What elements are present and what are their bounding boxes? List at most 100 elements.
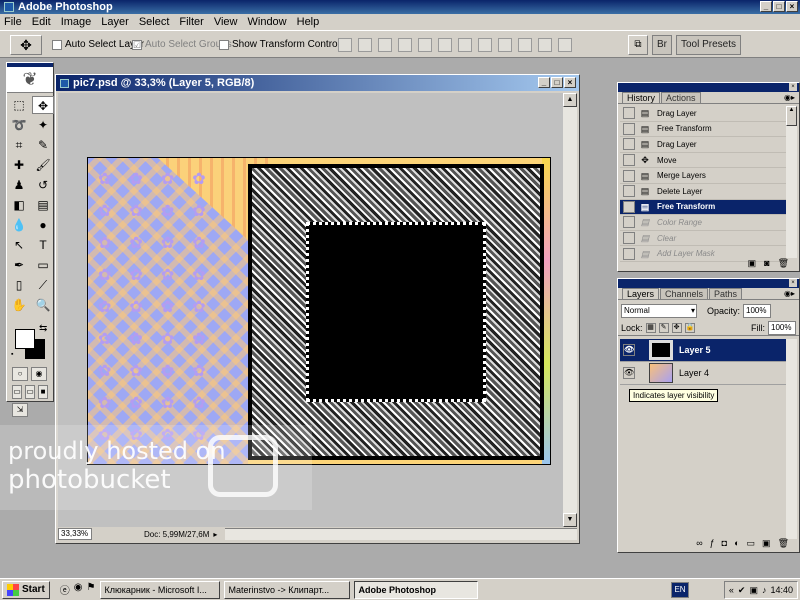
default-colors-icon[interactable]: ▪ bbox=[11, 351, 19, 359]
align-left-icon[interactable] bbox=[398, 38, 412, 52]
doc-close-button[interactable]: × bbox=[564, 77, 576, 88]
type-tool-icon[interactable]: T bbox=[32, 236, 54, 254]
visibility-eye-icon[interactable]: 👁 bbox=[623, 367, 635, 379]
history-brush-source-icon[interactable] bbox=[623, 232, 635, 245]
auto-select-layer-checkbox[interactable]: Auto Select Layer bbox=[52, 39, 144, 50]
dodge-tool-icon[interactable]: ● bbox=[32, 216, 54, 234]
opacity-field[interactable]: 100% bbox=[743, 304, 772, 318]
history-state-row[interactable]: ▤ Free Transform bbox=[620, 199, 787, 216]
history-state-row[interactable]: ▤ Clear bbox=[620, 231, 787, 247]
history-state-row[interactable]: ▤ Merge Layers bbox=[620, 168, 787, 184]
distribute-left-icon[interactable] bbox=[518, 38, 532, 52]
scroll-up-icon[interactable]: ▲ bbox=[786, 106, 797, 126]
path-selection-tool-icon[interactable]: ↖ bbox=[8, 236, 30, 254]
move-tool-icon[interactable]: ✥ bbox=[32, 96, 54, 114]
explorer-icon[interactable]: ◉ bbox=[74, 582, 83, 597]
layers-palette-header[interactable]: × bbox=[618, 279, 799, 288]
foreground-color[interactable] bbox=[15, 329, 35, 349]
task-button-photoshop[interactable]: Adobe Photoshop bbox=[353, 580, 478, 599]
menu-filter[interactable]: Filter bbox=[179, 16, 203, 28]
history-state-row[interactable]: ▤ Drag Layer bbox=[620, 137, 787, 153]
history-brush-source-icon[interactable] bbox=[623, 138, 635, 151]
align-bottom-icon[interactable] bbox=[378, 38, 392, 52]
start-button[interactable]: Start bbox=[2, 580, 50, 599]
scroll-up-icon[interactable]: ▲ bbox=[563, 93, 577, 107]
tray-volume-icon[interactable]: ♪ bbox=[762, 585, 767, 595]
language-indicator[interactable]: EN bbox=[671, 582, 689, 598]
align-middle-icon[interactable] bbox=[358, 38, 372, 52]
history-state-row[interactable]: ▤ Color Range bbox=[620, 215, 787, 231]
history-palette-header[interactable]: × bbox=[618, 83, 799, 92]
vertical-scrollbar[interactable]: ▲ ▼ bbox=[563, 93, 577, 527]
pen-tool-icon[interactable]: ✒ bbox=[8, 256, 30, 274]
blend-mode-select[interactable]: Normal bbox=[621, 304, 697, 318]
visibility-eye-icon[interactable]: 👁 bbox=[623, 344, 635, 356]
tray-expand-icon[interactable]: « bbox=[729, 585, 734, 595]
distribute-right-icon[interactable] bbox=[558, 38, 572, 52]
layers-scrollbar[interactable] bbox=[786, 339, 797, 539]
healing-brush-tool-icon[interactable]: ✚ bbox=[8, 156, 30, 174]
new-snapshot-icon[interactable]: ◙ bbox=[764, 258, 769, 268]
lock-image-icon[interactable]: ✎ bbox=[658, 322, 669, 333]
ie-icon[interactable]: ⓔ bbox=[60, 582, 70, 597]
tool-presets-tab[interactable]: Tool Presets bbox=[676, 35, 742, 55]
tab-channels[interactable]: Channels bbox=[660, 288, 709, 299]
history-brush-source-icon[interactable] bbox=[623, 216, 635, 229]
lock-transparent-icon[interactable]: ▦ bbox=[645, 322, 656, 333]
layer-row[interactable]: 👁 Layer 4 bbox=[620, 362, 787, 385]
close-button[interactable]: × bbox=[786, 1, 798, 12]
clone-stamp-tool-icon[interactable]: ♟ bbox=[8, 176, 30, 194]
clock[interactable]: 14:40 bbox=[770, 585, 793, 595]
menu-edit[interactable]: Edit bbox=[32, 16, 51, 28]
tab-layers[interactable]: Layers bbox=[622, 288, 660, 299]
tray-network-icon[interactable]: ▣ bbox=[749, 585, 758, 596]
delete-state-icon[interactable]: 🗑 bbox=[778, 258, 789, 269]
doc-maximize-button[interactable]: □ bbox=[551, 77, 563, 88]
new-document-from-state-icon[interactable]: ▣ bbox=[748, 258, 757, 269]
crop-tool-icon[interactable]: ⌗ bbox=[8, 136, 30, 154]
magic-wand-tool-icon[interactable]: ✦ bbox=[32, 116, 54, 134]
palette-close-icon[interactable]: × bbox=[789, 83, 797, 91]
menu-file[interactable]: File bbox=[4, 16, 22, 28]
lasso-tool-icon[interactable]: ➰ bbox=[8, 116, 30, 134]
document-image[interactable]: ✿✿✿✿✿✿✿✿✿✿✿✿✿✿✿✿✿✿✿✿✿✿✿✿✿✿✿✿✿✿✿✿✿✿✿✿ bbox=[87, 157, 551, 465]
tab-paths[interactable]: Paths bbox=[709, 288, 743, 299]
standard-screen-icon[interactable]: ▭ bbox=[12, 385, 22, 399]
distribute-top-icon[interactable] bbox=[458, 38, 472, 52]
slice-tool-icon[interactable]: ✎ bbox=[32, 136, 54, 154]
scroll-down-icon[interactable]: ▼ bbox=[563, 513, 577, 527]
task-button-browser[interactable]: Клюкарник - Microsoft I... bbox=[99, 580, 220, 599]
layer-mask-icon[interactable]: ◘ bbox=[722, 538, 727, 550]
full-screen-menu-icon[interactable]: ▭ bbox=[25, 385, 35, 399]
standard-mode-icon[interactable]: ○ bbox=[12, 367, 28, 381]
delete-layer-icon[interactable]: 🗑 bbox=[778, 538, 789, 550]
menu-select[interactable]: Select bbox=[139, 16, 170, 28]
layer-style-icon[interactable]: ƒ bbox=[710, 538, 715, 550]
menu-layer[interactable]: Layer bbox=[101, 16, 129, 28]
adjustment-layer-icon[interactable]: ◐ bbox=[734, 538, 739, 550]
menu-help[interactable]: Help bbox=[297, 16, 320, 28]
tool-preset-picker[interactable]: ✥ bbox=[10, 35, 42, 55]
history-brush-tool-icon[interactable]: ↺ bbox=[32, 176, 54, 194]
align-right-icon[interactable] bbox=[438, 38, 452, 52]
history-scrollbar[interactable]: ▲ bbox=[786, 106, 797, 258]
history-brush-source-icon[interactable] bbox=[623, 200, 635, 213]
new-layer-icon[interactable]: ▣ bbox=[762, 538, 771, 550]
lock-all-icon[interactable]: 🔒 bbox=[684, 322, 695, 333]
distribute-bottom-icon[interactable] bbox=[498, 38, 512, 52]
layer-row[interactable]: 👁 Layer 5 bbox=[620, 339, 787, 362]
flag-icon[interactable]: ⚑ bbox=[87, 582, 96, 597]
history-menu-icon[interactable]: ◉▸ bbox=[784, 93, 795, 102]
fill-field[interactable]: 100% bbox=[768, 320, 796, 335]
hand-tool-icon[interactable]: ✋ bbox=[8, 296, 30, 314]
eyedropper-tool-icon[interactable]: ⟋ bbox=[32, 276, 54, 294]
palette-close-icon[interactable]: × bbox=[789, 279, 797, 287]
full-screen-icon[interactable]: ■ bbox=[38, 385, 48, 399]
task-button-materinstvo[interactable]: Materinstvo -> Клипарт... bbox=[223, 580, 350, 599]
distribute-center-icon[interactable] bbox=[538, 38, 552, 52]
menu-window[interactable]: Window bbox=[248, 16, 287, 28]
blur-tool-icon[interactable]: 💧 bbox=[8, 216, 30, 234]
history-state-row[interactable]: ▤ Drag Layer bbox=[620, 106, 787, 122]
menu-image[interactable]: Image bbox=[61, 16, 92, 28]
link-layers-icon[interactable]: ∞ bbox=[696, 538, 702, 550]
